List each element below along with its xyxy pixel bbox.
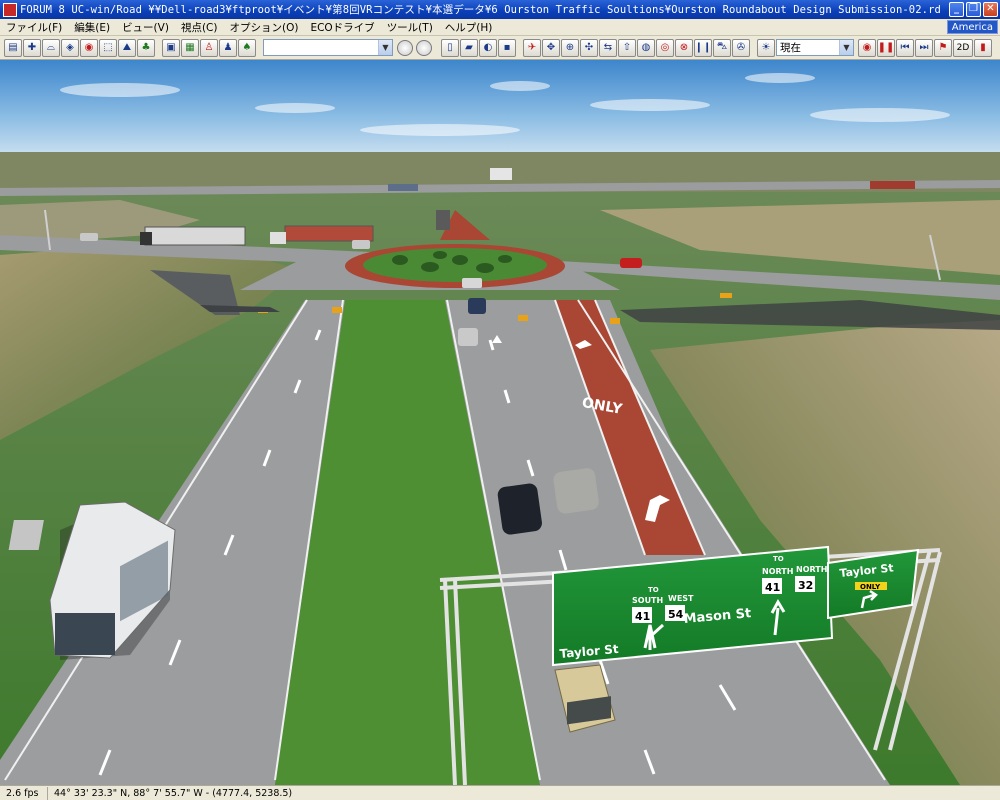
skip-back-icon[interactable]: ⏮ — [896, 38, 914, 57]
sign-west: WEST — [668, 594, 694, 603]
title-bar[interactable]: FORUM 8 UC-win/Road ¥¥Dell-road3¥ftproot… — [0, 0, 1000, 19]
menu-view[interactable]: ビュー(V) — [116, 20, 175, 35]
app-logo-icon — [3, 2, 17, 17]
pause-icon[interactable]: ❙❙ — [694, 38, 712, 57]
rotate-icon[interactable]: ⊕ — [561, 38, 579, 57]
mode-2d-button[interactable]: 2D — [953, 38, 973, 57]
new-file-icon[interactable]: ▯ — [441, 38, 459, 57]
sun-icon[interactable]: ☀ — [757, 38, 775, 57]
sign-north-2: NORTH — [796, 565, 827, 574]
drive-icon[interactable]: ⇆ — [599, 38, 617, 57]
main-toolbar: ▤ ✚ ⌓ ◈ ◉ ⬚ ⛰ ♣ ▣ ▦ ♙ ♟ ♠ ▼ ▯ ▰ ◐ ▪ ✈ ✥ … — [0, 36, 1000, 60]
3d-viewport[interactable]: ONLY TO SOUTH WEST 41 54 Taylor St Mason… — [0, 60, 1000, 785]
stop-circle-icon[interactable] — [416, 39, 432, 56]
menu-camera[interactable]: 視点(C) — [175, 20, 224, 35]
menu-help[interactable]: ヘルプ(H) — [439, 20, 499, 35]
flag-icon[interactable]: ⚑ — [934, 38, 952, 57]
sign-to-south: TO — [648, 586, 659, 594]
time-combo[interactable]: 現在 ▼ — [776, 39, 854, 56]
maximize-button[interactable]: ❐ — [966, 2, 981, 17]
up-arrow-icon[interactable]: ⇧ — [618, 38, 636, 57]
sign-south: SOUTH — [632, 596, 663, 605]
menu-file[interactable]: ファイル(F) — [0, 20, 68, 35]
save-icon[interactable]: ▪ — [498, 38, 516, 57]
stop-icon[interactable]: ❚❚ — [877, 38, 895, 57]
flight-icon[interactable]: ✇ — [732, 38, 750, 57]
book-icon[interactable]: ▮ — [974, 38, 992, 57]
speed-icon[interactable]: ◎ — [656, 38, 674, 57]
fps-readout: 2.6 fps — [0, 786, 48, 800]
scene-canvas: ONLY TO SOUTH WEST 41 54 Taylor St Mason… — [0, 60, 1000, 785]
skip-forward-icon[interactable]: ⏭ — [915, 38, 933, 57]
menu-tools[interactable]: ツール(T) — [381, 20, 439, 35]
menu-eco-drive[interactable]: ECOドライブ — [304, 20, 380, 35]
intersection-icon[interactable]: ✚ — [23, 38, 41, 57]
vehicle-icon[interactable]: ◉ — [80, 38, 98, 57]
sign-to-north: TO — [773, 555, 784, 563]
sign-route-41b: 41 — [765, 581, 780, 594]
texture-icon[interactable]: ⬚ — [99, 38, 117, 57]
cursor-icon[interactable]: ✈ — [523, 38, 541, 57]
menu-options[interactable]: オプション(O) — [223, 20, 304, 35]
close-button[interactable]: ✕ — [983, 2, 998, 17]
chevron-down-icon[interactable]: ▼ — [839, 40, 853, 55]
minimize-button[interactable]: _ — [949, 2, 964, 17]
tree-icon[interactable]: ♣ — [137, 38, 155, 57]
open-web-icon[interactable]: ◐ — [479, 38, 497, 57]
chevron-down-icon[interactable]: ▼ — [378, 40, 392, 55]
app-window: FORUM 8 UC-win/Road ¥¥Dell-road3¥ftproot… — [0, 0, 1000, 800]
pan-icon[interactable]: ✣ — [580, 38, 598, 57]
pedestrian-icon[interactable]: ♙ — [200, 38, 218, 57]
sign-route-41: 41 — [635, 610, 650, 623]
status-bar: 2.6 fps 44° 33' 23.3" N, 88° 7' 55.7" W … — [0, 785, 1000, 800]
window-title: FORUM 8 UC-win/Road ¥¥Dell-road3¥ftproot… — [20, 4, 941, 16]
roundabout-island — [363, 248, 547, 282]
time-combo-value: 現在 — [780, 42, 801, 54]
walk-icon[interactable]: ♟ — [219, 38, 237, 57]
move-icon[interactable]: ✥ — [542, 38, 560, 57]
cross-section-icon[interactable]: ⌓ — [42, 38, 60, 57]
globe-icon[interactable]: ◍ — [637, 38, 655, 57]
landscape-icon[interactable]: ♠ — [238, 38, 256, 57]
sky — [0, 60, 1000, 155]
viewpoint-combo[interactable]: ▼ — [263, 39, 393, 56]
road-definition-icon[interactable]: ▤ — [4, 38, 22, 57]
side-sign-only: ONLY — [860, 583, 881, 591]
region-selector[interactable]: America — [946, 20, 998, 34]
terrain-icon[interactable]: ⛰ — [118, 38, 136, 57]
steering-wheel-icon[interactable]: ⊗ — [675, 38, 693, 57]
traffic-icon[interactable]: ⛍ — [713, 38, 731, 57]
coordinate-readout: 44° 33' 23.3" N, 88° 7' 55.7" W - (4777.… — [54, 787, 293, 799]
sign-route-32: 32 — [798, 579, 813, 592]
open-folder-icon[interactable]: ▰ — [460, 38, 478, 57]
car-view-icon[interactable]: ▣ — [162, 38, 180, 57]
model-icon[interactable]: ◈ — [61, 38, 79, 57]
record-circle-icon[interactable] — [397, 39, 413, 56]
signal-icon[interactable]: ◉ — [858, 38, 876, 57]
sign-north: NORTH — [762, 567, 793, 576]
menu-bar: ファイル(F) 編集(E) ビュー(V) 視点(C) オプション(O) ECOド… — [0, 19, 1000, 36]
sign-route-54: 54 — [668, 608, 684, 621]
grid-icon[interactable]: ▦ — [181, 38, 199, 57]
menu-edit[interactable]: 編集(E) — [68, 20, 116, 35]
